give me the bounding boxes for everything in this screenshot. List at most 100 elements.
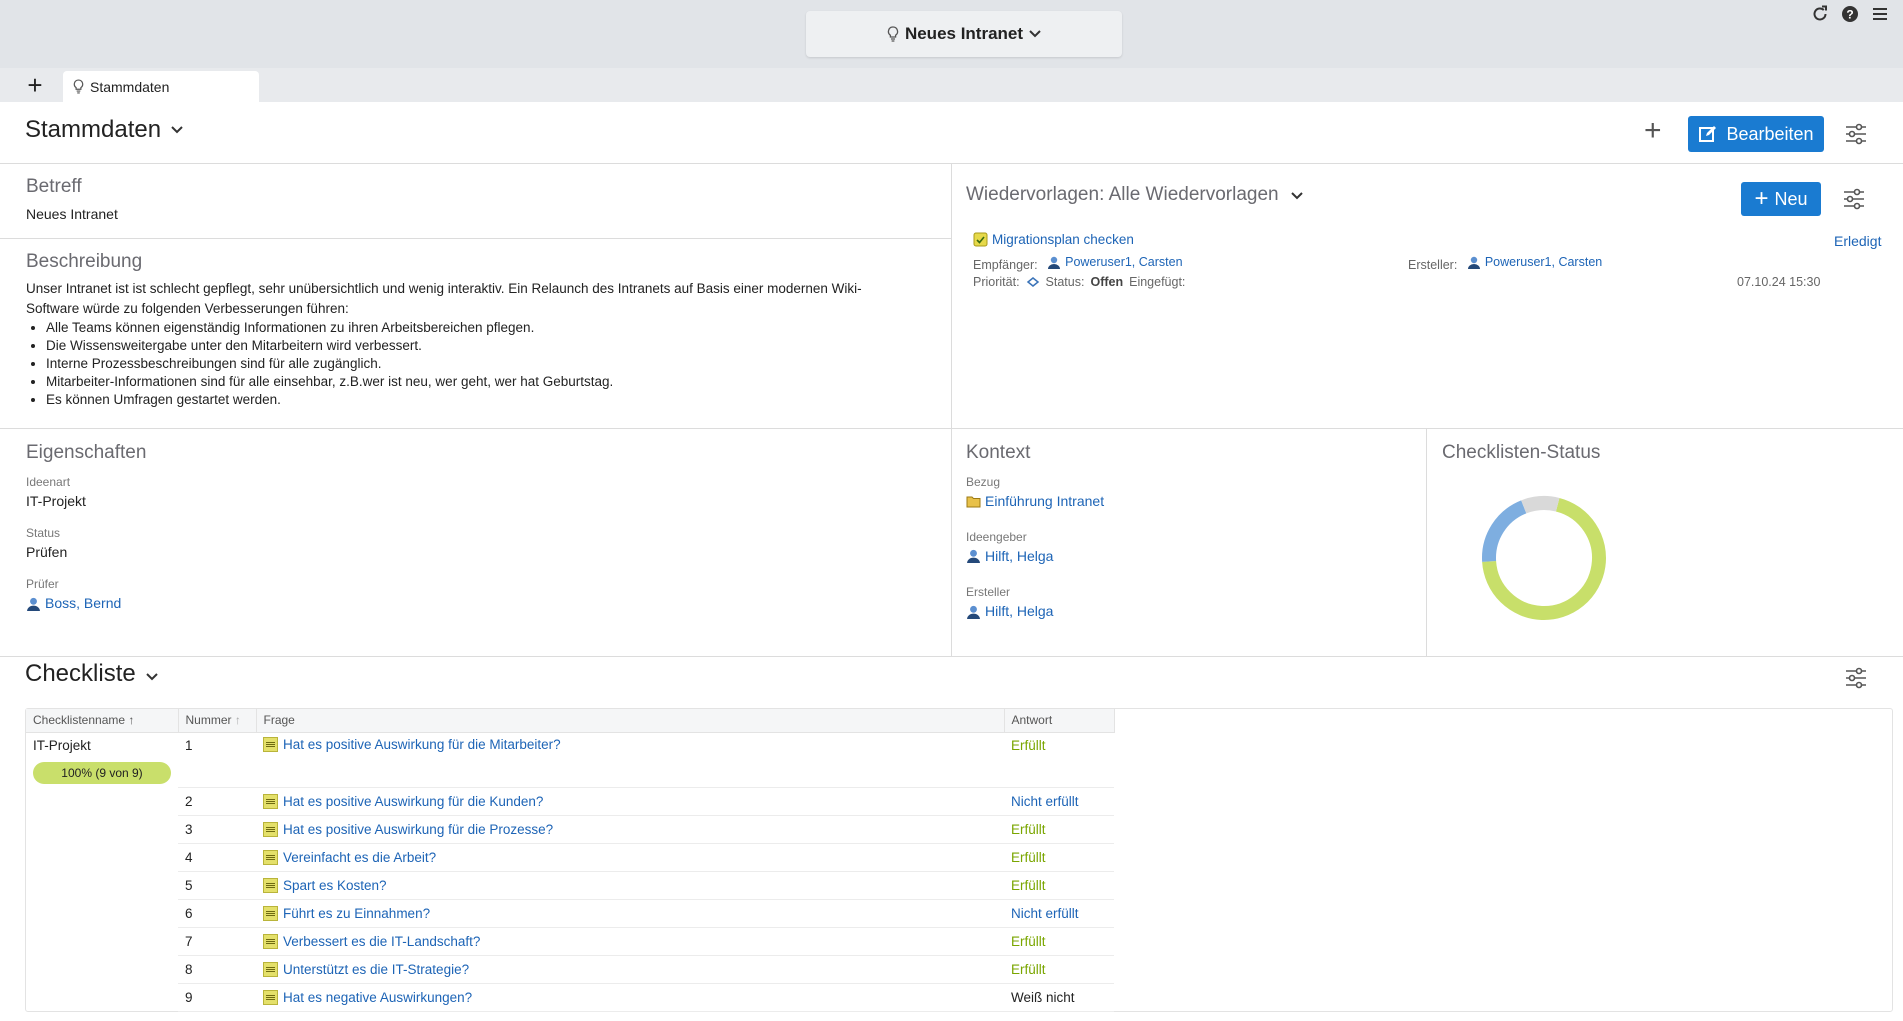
divider (0, 428, 1903, 429)
recipient-row: Empfänger: Poweruser1, Carsten (973, 255, 1183, 272)
table-row[interactable]: 8 Unterstützt es die IT-Strategie? Erfül… (26, 955, 1114, 984)
settings-sliders-icon[interactable] (1842, 188, 1866, 210)
ideengeber-label: Ideengeber (966, 529, 1027, 544)
column-header-checklistenname[interactable]: Checklistenname ↑ (26, 709, 179, 733)
checkliste-title: Checkliste (25, 660, 136, 687)
recipient-name: Poweruser1, Carsten (1065, 255, 1183, 269)
column-header-frage[interactable]: Frage (256, 709, 1005, 733)
pruefer-label: Prüfer (26, 577, 59, 591)
progress-badge: 100% (9 von 9) (33, 761, 171, 784)
beschreibung-list: Alle Teams können eigenständig Informati… (26, 319, 926, 409)
edit-button[interactable]: Bearbeiten (1688, 116, 1824, 152)
table-row[interactable]: 5 Spart es Kosten? Erfüllt (26, 871, 1114, 900)
answer-cell: Erfüllt (1004, 732, 1114, 788)
window-title-selector[interactable]: Neues Intranet (806, 11, 1122, 57)
betreff-section: Betreff Neues Intranet (26, 176, 926, 222)
ideenart-label: Ideenart (26, 475, 71, 489)
table-row[interactable]: 7 Verbessert es die IT-Landschaft? Erfül… (26, 927, 1114, 956)
svg-text:?: ? (1846, 8, 1853, 22)
table-header-row: Checklistenname ↑ Nummer ↑ Frage Antwort (26, 709, 1115, 733)
question-text: Vereinfacht es die Arbeit? (283, 849, 437, 865)
question-cell[interactable]: Hat es positive Auswirkung für die Kunde… (256, 787, 1004, 816)
wiedervorlagen-header[interactable]: Wiedervorlagen: Alle Wiedervorlagen (966, 184, 1366, 206)
status-value: Prüfen (26, 544, 68, 560)
question-text: Hat es positive Auswirkung für die Proze… (283, 821, 554, 837)
question-cell[interactable]: Unterstützt es die IT-Strategie? (256, 955, 1004, 984)
refresh-icon[interactable] (1811, 5, 1829, 23)
question-cell[interactable]: Hat es positive Auswirkung für die Proze… (256, 815, 1004, 844)
question-cell[interactable]: Vereinfacht es die Arbeit? (256, 843, 1004, 872)
reminder-icon (973, 232, 988, 247)
question-cell[interactable]: Hat es negative Auswirkungen? (256, 983, 1004, 1012)
column-header-nummer[interactable]: Nummer ↑ (178, 709, 257, 733)
table-row[interactable]: 9 Hat es negative Auswirkungen? Weiß nic… (26, 983, 1114, 1012)
row-number: 8 (178, 955, 256, 984)
pruefer[interactable]: Boss, Bernd (26, 595, 121, 611)
column-header-label: Nummer (185, 713, 232, 728)
creator[interactable]: Poweruser1, Carsten (1467, 255, 1602, 269)
question-text: Hat es negative Auswirkungen? (283, 989, 473, 1005)
column-header-antwort[interactable]: Antwort (1004, 709, 1115, 733)
done-link[interactable]: Erledigt (1834, 233, 1881, 249)
add-tab-button[interactable]: + (24, 71, 46, 99)
row-number: 7 (178, 927, 256, 956)
settings-sliders-icon[interactable] (1844, 123, 1868, 145)
chevron-down-icon (1291, 192, 1303, 200)
status-label: Status (26, 526, 61, 540)
tab-bar: + Stammdaten (0, 68, 1903, 102)
betreff-value: Neues Intranet (26, 206, 118, 222)
table-row[interactable]: IT-Projekt 100% (9 von 9) 1 Hat es posit… (26, 732, 1114, 788)
list-item: Die Wissensweitergabe unter den Mitarbei… (46, 337, 926, 355)
help-icon[interactable]: ? (1841, 5, 1859, 23)
question-cell[interactable]: Spart es Kosten? (256, 871, 1004, 900)
user-icon (27, 597, 40, 611)
ideengeber[interactable]: Hilft, Helga (966, 548, 1053, 564)
answer-cell: Erfüllt (1004, 927, 1114, 956)
ersteller-label: Ersteller (966, 585, 1011, 599)
donut-segment-1 (1482, 500, 1527, 562)
question-text: Verbessert es die IT-Landschaft? (283, 933, 481, 949)
recipient[interactable]: Poweruser1, Carsten (1047, 255, 1183, 269)
settings-sliders-icon[interactable] (1844, 667, 1868, 689)
table-row[interactable]: 4 Vereinfacht es die Arbeit? Erfüllt (26, 843, 1114, 872)
checklist-name-cell: IT-Projekt 100% (9 von 9) (26, 732, 178, 1011)
question-cell[interactable]: Hat es positive Auswirkung für die Mitar… (256, 732, 1004, 788)
edit-icon (1699, 126, 1717, 142)
tab-stammdaten[interactable]: Stammdaten (63, 71, 259, 102)
table-row[interactable]: 6 Führt es zu Einnahmen? Nicht erfüllt (26, 899, 1114, 928)
row-number: 9 (178, 983, 256, 1012)
tab-label: Stammdaten (90, 78, 170, 95)
page-title[interactable]: Stammdaten (25, 116, 183, 144)
donut-segment-2 (1521, 496, 1560, 514)
checklist-status-donut-chart (1482, 496, 1606, 620)
menu-icon[interactable] (1871, 5, 1889, 23)
checkliste-header[interactable]: Checkliste (25, 660, 225, 688)
beschreibung-text: Unser Intranet ist ist schlecht gepflegt… (26, 279, 926, 409)
table-row[interactable]: 2 Hat es positive Auswirkung für die Kun… (26, 787, 1114, 816)
question-icon (263, 933, 278, 949)
new-button[interactable]: + Neu (1741, 182, 1821, 216)
beschreibung-intro: Software würde zu folgenden Verbesserung… (26, 301, 349, 316)
add-icon[interactable]: + (1644, 116, 1662, 146)
sort-up-icon: ↑ (128, 713, 135, 728)
table-row[interactable]: 3 Hat es positive Auswirkung für die Pro… (26, 815, 1114, 844)
edit-button-label: Bearbeiten (1726, 123, 1814, 144)
question-text: Hat es positive Auswirkung für die Mitar… (283, 736, 561, 752)
ersteller[interactable]: Hilft, Helga (966, 603, 1053, 619)
inserted-label: Eingefügt: (1129, 275, 1186, 289)
window-title: Neues Intranet (904, 24, 1024, 43)
question-icon (263, 849, 278, 865)
question-text: Unterstützt es die IT-Strategie? (283, 961, 470, 977)
ersteller-name: Hilft, Helga (985, 603, 1054, 619)
wiedervorlage-title-link[interactable]: Migrationsplan checken (992, 232, 1134, 247)
question-icon (263, 821, 278, 837)
meta-row: Priorität: Status: Offen Eingefügt: (973, 275, 1185, 289)
question-cell[interactable]: Führt es zu Einnahmen? (256, 899, 1004, 928)
lightbulb-icon (887, 26, 899, 42)
bezug[interactable]: Einführung Intranet (966, 493, 1104, 509)
question-cell[interactable]: Verbessert es die IT-Landschaft? (256, 927, 1004, 956)
divider (0, 656, 1903, 657)
row-number: 5 (178, 871, 256, 900)
list-item: Es können Umfragen gestartet werden. (46, 391, 926, 409)
top-bar: Neues Intranet ? (0, 0, 1903, 68)
